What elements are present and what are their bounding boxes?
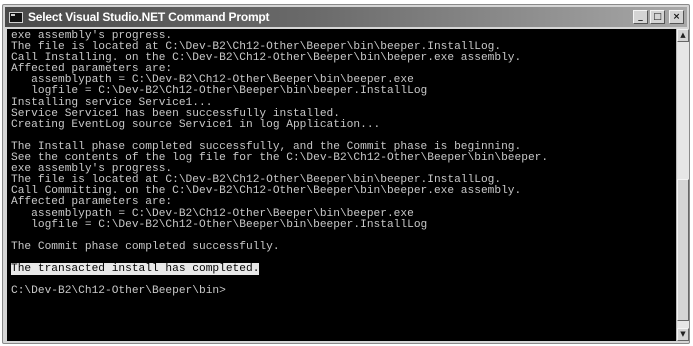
window-controls: _ □ × (633, 10, 684, 24)
console-line: logfile = C:\Dev-B2\Ch12-Other\Beeper\bi… (11, 218, 428, 231)
maximize-button[interactable]: □ (650, 10, 665, 24)
console-line: The Commit phase completed successfully. (11, 240, 280, 253)
console-line-highlighted: The transacted install has completed. (11, 262, 260, 275)
scroll-up-arrow-icon[interactable]: ▲ (677, 29, 689, 42)
scroll-thumb[interactable] (677, 179, 689, 321)
window-title: Select Visual Studio.NET Command Prompt (28, 10, 270, 24)
close-button[interactable]: × (669, 10, 684, 24)
command-prompt-window: Select Visual Studio.NET Command Prompt … (2, 4, 690, 344)
vertical-scrollbar[interactable]: ▲ ▼ (676, 29, 689, 341)
title-bar[interactable]: Select Visual Studio.NET Command Prompt … (5, 7, 687, 27)
console-line: Creating EventLog source Service1 in log… (11, 118, 381, 131)
console-text: exe assembly's progress. The file is loca… (11, 30, 548, 298)
console-window-icon[interactable] (9, 11, 23, 23)
console-line: C:\Dev-B2\Ch12-Other\Beeper\bin> (11, 285, 226, 298)
scroll-down-arrow-icon[interactable]: ▼ (677, 328, 689, 341)
console-output[interactable]: exe assembly's progress. The file is loca… (7, 29, 676, 341)
minimize-button[interactable]: _ (633, 10, 648, 24)
